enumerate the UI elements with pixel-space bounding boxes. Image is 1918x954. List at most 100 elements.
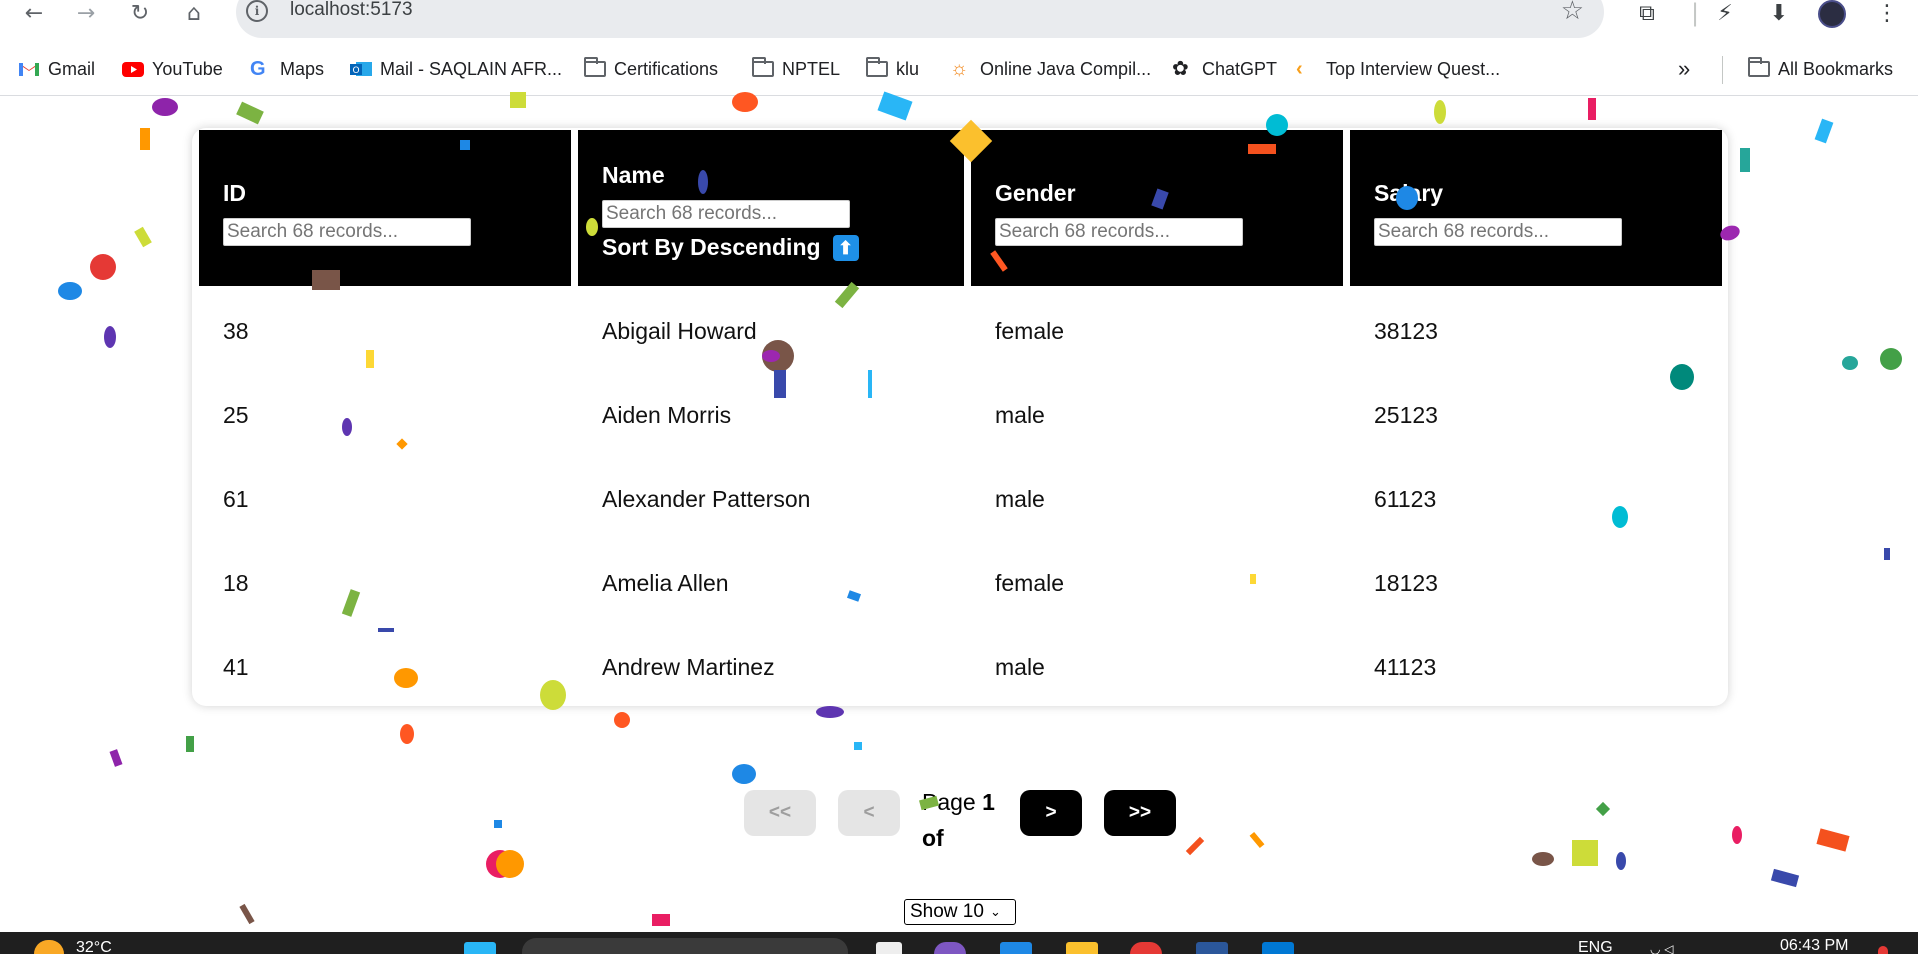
search-input-salary[interactable]	[1374, 218, 1622, 246]
header-id: ID	[199, 130, 571, 286]
weather-temp[interactable]: 32°C	[76, 939, 112, 954]
bookmark-label: Maps	[280, 58, 325, 79]
confetti	[586, 218, 598, 236]
confetti	[1880, 348, 1902, 370]
home-icon[interactable]: ⌂	[176, 0, 212, 26]
notification-badge	[1878, 946, 1888, 954]
bookmark-gmail[interactable]: Gmail	[18, 56, 95, 82]
bookmarks-divider	[1722, 56, 1723, 84]
cell-salary: 25123	[1374, 402, 1438, 428]
site-info-icon[interactable]: i	[246, 0, 268, 22]
bookmark-maps[interactable]: G Maps	[250, 56, 324, 82]
bookmark-mail[interactable]: O Mail - SAQLAIN AFR...	[350, 56, 562, 82]
confetti	[496, 850, 524, 878]
confetti	[510, 92, 526, 108]
sort-button[interactable]: Sort By Descending ⬆	[602, 234, 859, 261]
language-indicator[interactable]: ENG	[1578, 939, 1613, 954]
bookmark-star-icon[interactable]: ☆	[1561, 0, 1584, 26]
performance-icon[interactable]: ⚡	[1708, 0, 1742, 26]
cell-id: 61	[223, 486, 249, 512]
confetti	[540, 680, 566, 710]
header-gender: Gender	[971, 130, 1343, 286]
forward-icon[interactable]: →	[68, 0, 104, 26]
column-label-name: Name	[602, 162, 665, 188]
back-icon[interactable]: ←	[16, 0, 52, 26]
page-size-select[interactable]: Show 10 ⌄	[904, 899, 1016, 925]
youtube-icon	[122, 62, 144, 77]
confetti	[854, 742, 862, 750]
bookmarks-bar: Gmail YouTube G Maps O Mail - SAQLAIN AF…	[0, 42, 1918, 96]
first-page-button[interactable]: <<	[744, 790, 816, 836]
store-icon[interactable]	[1000, 942, 1032, 954]
confetti	[366, 350, 374, 368]
confetti	[1532, 852, 1554, 866]
bookmark-online-java[interactable]: ☼ Online Java Compil...	[950, 56, 1151, 82]
bookmark-klu[interactable]: klu	[866, 56, 919, 82]
confetti	[868, 370, 872, 398]
bookmark-label: klu	[896, 58, 920, 79]
sort-label: Sort By Descending	[602, 234, 821, 260]
search-input-gender[interactable]	[995, 218, 1243, 246]
column-label-gender: Gender	[995, 180, 1076, 206]
confetti	[1595, 801, 1611, 817]
next-page-button[interactable]: >	[1020, 790, 1082, 836]
profile-avatar[interactable]	[1818, 0, 1846, 28]
download-icon[interactable]: ⬇	[1762, 0, 1796, 26]
all-bookmarks-button[interactable]: All Bookmarks	[1748, 56, 1893, 82]
vscode-icon[interactable]	[1262, 942, 1294, 954]
chrome-icon[interactable]	[1130, 942, 1162, 954]
confetti	[1816, 828, 1850, 852]
confetti	[90, 254, 116, 280]
reload-icon[interactable]: ↻	[122, 0, 158, 26]
of-word: of	[922, 825, 944, 851]
bookmark-chatgpt[interactable]: ✿ ChatGPT	[1172, 56, 1277, 82]
search-input-id[interactable]	[223, 218, 471, 246]
more-bookmarks-button[interactable]: »	[1678, 56, 1690, 82]
confetti	[1396, 186, 1418, 210]
cell-id: 38	[223, 318, 249, 344]
bookmark-top-interview[interactable]: ‹ Top Interview Quest...	[1296, 56, 1500, 82]
task-view-icon[interactable]	[876, 942, 902, 954]
bookmark-label: NPTEL	[782, 58, 841, 79]
extensions-icon[interactable]: ⧉	[1630, 0, 1664, 26]
cell-salary: 41123	[1374, 654, 1437, 680]
confetti	[1670, 364, 1694, 390]
confetti	[1434, 100, 1446, 124]
bookmark-label: Top Interview Quest...	[1326, 58, 1501, 79]
confetti	[239, 903, 255, 925]
confetti	[1248, 144, 1276, 154]
bookmark-label: ChatGPT	[1202, 58, 1278, 79]
confetti	[140, 128, 150, 150]
taskbar-search[interactable]	[522, 938, 848, 954]
word-icon[interactable]	[1196, 942, 1228, 954]
confetti	[698, 170, 708, 194]
file-explorer-icon[interactable]	[1066, 942, 1098, 954]
bookmark-youtube[interactable]: YouTube	[122, 56, 223, 82]
search-input-name[interactable]	[602, 200, 850, 228]
svg-text:O: O	[353, 66, 360, 76]
prev-page-button[interactable]: <	[838, 790, 900, 836]
confetti	[400, 724, 414, 744]
clock-time[interactable]: 06:43 PM	[1780, 937, 1848, 954]
confetti	[186, 736, 194, 752]
confetti	[494, 820, 502, 828]
system-tray-icons[interactable]: ◡ ◁	[1650, 942, 1722, 954]
address-bar[interactable]: i localhost:5173 ☆	[236, 0, 1604, 38]
confetti	[1250, 574, 1256, 584]
menu-icon[interactable]: ⋮	[1870, 0, 1904, 26]
bookmark-nptel[interactable]: NPTEL	[752, 56, 840, 82]
cell-id: 18	[223, 570, 249, 596]
confetti	[1572, 840, 1598, 866]
last-page-button[interactable]: >>	[1104, 790, 1176, 836]
cell-gender: male	[995, 486, 1045, 512]
confetti	[1588, 98, 1596, 120]
confetti	[1740, 148, 1750, 172]
teams-icon[interactable]	[934, 942, 966, 954]
bookmark-certifications[interactable]: Certifications	[584, 56, 718, 82]
cell-id: 25	[223, 402, 249, 428]
confetti	[342, 418, 352, 436]
confetti	[1612, 506, 1628, 528]
confetti	[1814, 118, 1834, 144]
start-icon[interactable]	[464, 942, 496, 954]
url-text[interactable]: localhost:5173	[290, 0, 413, 21]
